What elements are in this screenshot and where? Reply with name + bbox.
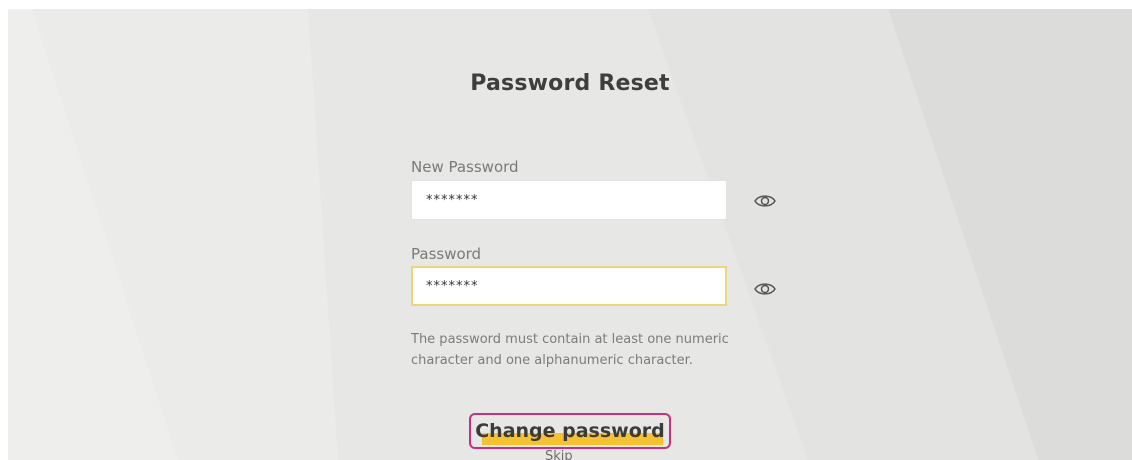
page-frame: Password Reset New Password Password The… (8, 9, 1132, 460)
password-input[interactable] (411, 266, 727, 306)
eye-icon[interactable] (754, 193, 776, 209)
password-label: Password (411, 245, 482, 263)
page-title: Password Reset (470, 71, 670, 96)
eye-icon[interactable] (754, 281, 776, 297)
new-password-label: New Password (411, 158, 519, 176)
new-password-input[interactable] (411, 180, 727, 220)
change-password-label: Change password (475, 420, 665, 442)
password-requirements-hint: The password must contain at least one n… (411, 332, 729, 368)
skip-link[interactable]: Skip (545, 449, 573, 460)
change-password-button[interactable]: Change password (469, 413, 671, 449)
